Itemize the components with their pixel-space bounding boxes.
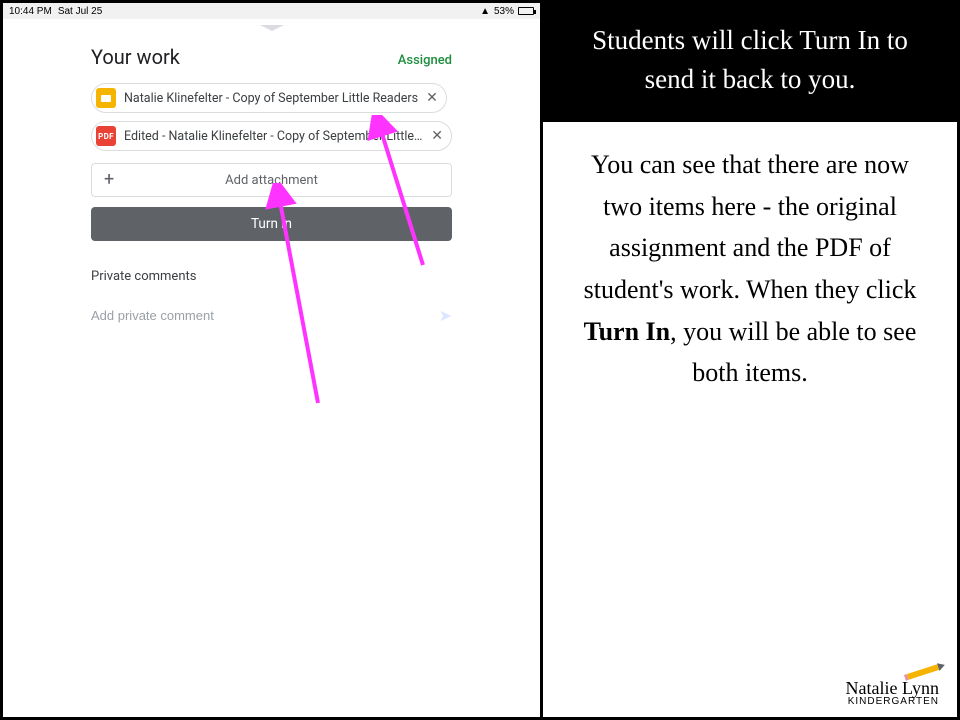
wifi-icon: ▲ bbox=[480, 6, 490, 17]
turn-in-label: Turn in bbox=[251, 216, 292, 232]
attachment-chip-slides[interactable]: Natalie Klinefelter - Copy of September … bbox=[91, 83, 447, 113]
instruction-body-text: You can see that there are now two items… bbox=[584, 150, 917, 304]
instruction-body: You can see that there are now two items… bbox=[543, 122, 957, 717]
attachment-label: Natalie Klinefelter - Copy of September … bbox=[124, 91, 418, 106]
your-work-title: Your work bbox=[91, 45, 180, 69]
add-attachment-label: Add attachment bbox=[225, 173, 318, 188]
pdf-icon: PDF bbox=[96, 126, 116, 146]
brand-logo: Natalie Lynn KINDERGARTEN bbox=[846, 661, 939, 707]
google-slides-icon bbox=[96, 88, 116, 108]
attachment-chip-pdf[interactable]: PDF Edited - Natalie Klinefelter - Copy … bbox=[91, 121, 452, 151]
ipad-status-bar: 10:44 PM Sat Jul 25 ▲ 53% bbox=[3, 3, 540, 19]
turn-in-button[interactable]: Turn in bbox=[91, 207, 452, 241]
private-comment-input[interactable] bbox=[91, 308, 439, 323]
remove-attachment-icon[interactable]: ✕ bbox=[426, 90, 438, 106]
instruction-body-after: , you will be able to see both items. bbox=[670, 317, 916, 388]
remove-attachment-icon[interactable]: ✕ bbox=[431, 128, 443, 144]
send-icon[interactable]: ➤ bbox=[439, 306, 452, 325]
attachment-label: Edited - Natalie Klinefelter - Copy of S… bbox=[124, 129, 423, 144]
brand-subtitle: KINDERGARTEN bbox=[846, 696, 939, 707]
private-comments-heading: Private comments bbox=[91, 269, 452, 284]
instruction-header: Students will click Turn In to send it b… bbox=[543, 3, 957, 122]
battery-percent: 53% bbox=[494, 6, 514, 17]
plus-icon: + bbox=[104, 171, 114, 189]
status-time: 10:44 PM bbox=[9, 6, 52, 17]
assignment-status: Assigned bbox=[398, 53, 452, 68]
battery-icon bbox=[518, 7, 534, 15]
status-date: Sat Jul 25 bbox=[58, 6, 102, 17]
sheet-drag-handle-icon[interactable] bbox=[260, 25, 284, 31]
add-attachment-button[interactable]: + Add attachment bbox=[91, 163, 452, 197]
brand-name: Natalie Lynn bbox=[846, 680, 939, 696]
instruction-body-bold: Turn In bbox=[584, 317, 671, 346]
